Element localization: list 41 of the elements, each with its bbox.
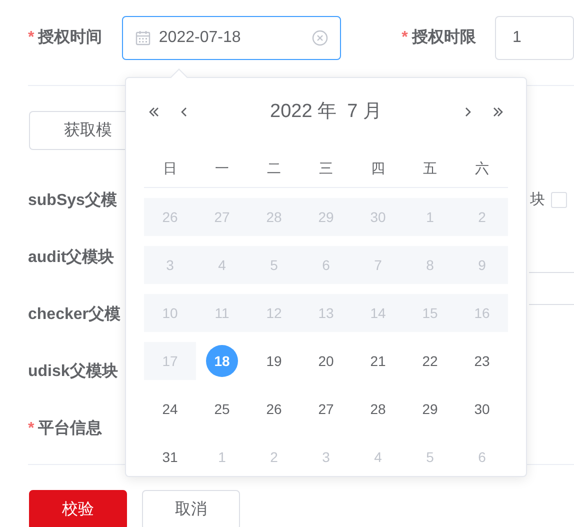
- required-asterisk: *: [28, 28, 34, 48]
- calendar-day[interactable]: 31: [162, 446, 178, 468]
- calendar-day[interactable]: 27: [318, 398, 334, 420]
- calendar-day[interactable]: 29: [422, 398, 438, 420]
- calendar-day[interactable]: 26: [266, 398, 282, 420]
- double-chevron-right-icon[interactable]: [491, 105, 505, 119]
- calendar-day[interactable]: 30: [474, 398, 490, 420]
- weekday-label: 六: [474, 159, 490, 178]
- field-label: 授权时限: [412, 28, 476, 48]
- weekday-label: 三: [318, 159, 334, 178]
- calendar-day[interactable]: 23: [474, 350, 490, 372]
- field-label: checker父模: [28, 304, 120, 324]
- weekday-label: 一: [214, 159, 230, 178]
- field-label: udisk父模块: [28, 362, 118, 382]
- weekday-label: 五: [422, 159, 438, 178]
- field-label: 块: [530, 190, 545, 210]
- calendar-day[interactable]: 19: [266, 350, 282, 372]
- required-asterisk: *: [402, 28, 408, 48]
- verify-button[interactable]: 校验: [29, 490, 127, 527]
- calendar-day[interactable]: 24: [162, 398, 178, 420]
- weekday-label: 日: [162, 159, 178, 178]
- calendar-day[interactable]: 21: [370, 350, 386, 372]
- field-label: 授权时间: [38, 28, 102, 48]
- input-field[interactable]: [529, 272, 574, 305]
- field-label: audit父模块: [28, 248, 114, 268]
- calendar-title: 2022 年 7 月: [269, 100, 383, 124]
- field-label: 平台信息: [38, 418, 102, 438]
- calendar-icon: [134, 30, 151, 46]
- calendar-day[interactable]: 28: [370, 398, 386, 420]
- required-asterisk: *: [28, 418, 34, 438]
- double-chevron-left-icon[interactable]: [147, 105, 161, 119]
- date-field[interactable]: 2022-07-18: [122, 16, 341, 60]
- field-label: subSys父模: [28, 190, 117, 210]
- input-field[interactable]: 1: [495, 16, 574, 60]
- checkbox[interactable]: [551, 192, 567, 208]
- calendar-day[interactable]: 22: [422, 350, 438, 372]
- calendar-day[interactable]: 25: [214, 398, 230, 420]
- cancel-button[interactable]: 取消: [142, 490, 240, 527]
- calendar-day[interactable]: 20: [318, 350, 334, 372]
- weekday-label: 二: [266, 159, 282, 178]
- weekday-label: 四: [370, 159, 386, 178]
